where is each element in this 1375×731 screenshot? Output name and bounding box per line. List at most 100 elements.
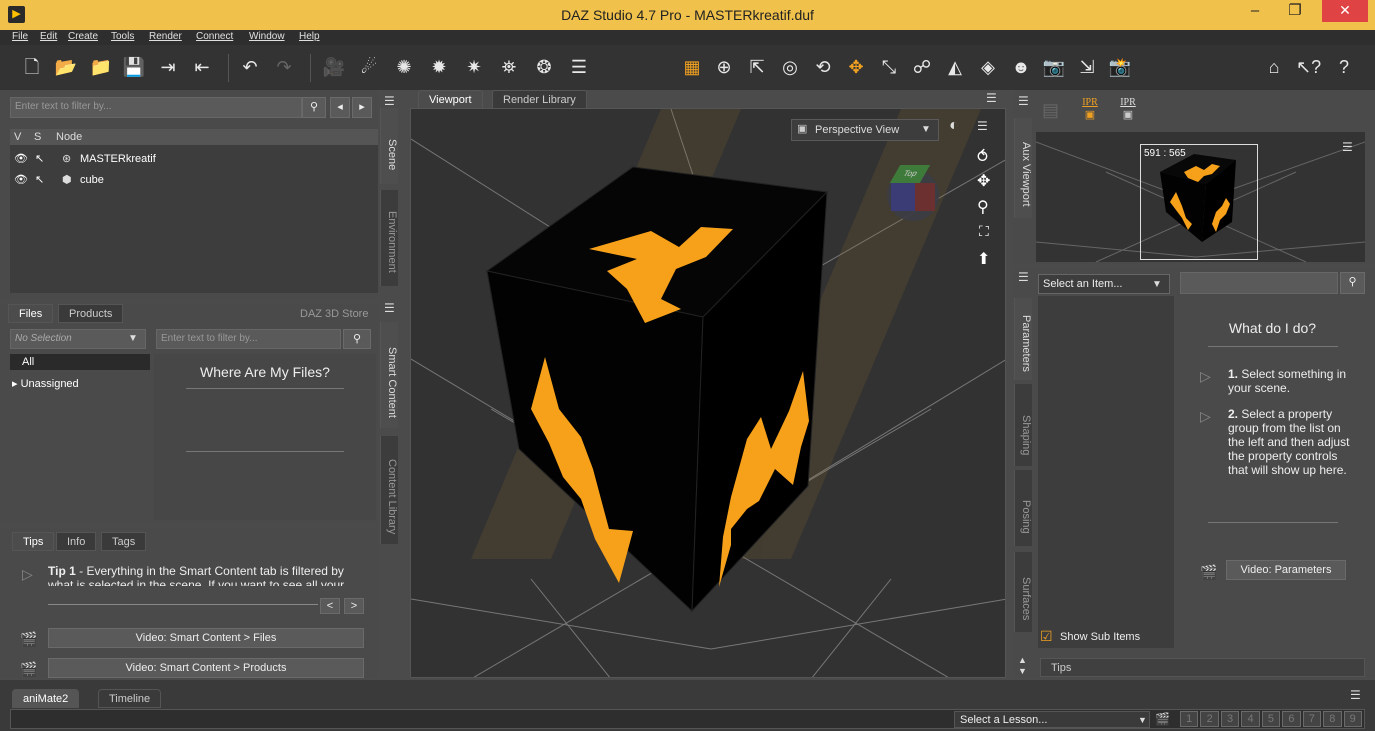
- render-frame-icon[interactable]: ▤: [1042, 100, 1059, 121]
- tab-parameters[interactable]: Parameters: [1014, 298, 1032, 380]
- reset-view-icon[interactable]: ⬆: [977, 249, 990, 269]
- whats-this-icon[interactable]: ↖?: [1296, 55, 1321, 79]
- pan-icon[interactable]: ✥: [977, 171, 990, 191]
- scroll-up-icon[interactable]: ▲: [1018, 655, 1027, 665]
- region-navigator-icon[interactable]: ⇲: [1075, 55, 1099, 79]
- rotate-icon[interactable]: ⟲: [811, 55, 835, 79]
- tab-render-library[interactable]: Render Library: [492, 90, 587, 109]
- tab-tips[interactable]: Tips: [12, 532, 55, 551]
- dock-menu-icon[interactable]: ☰: [1350, 688, 1361, 702]
- video-smart-content-files-button[interactable]: Video: Smart Content > Files: [48, 628, 364, 648]
- pane-menu-icon[interactable]: ☰: [1018, 94, 1029, 108]
- frame-icon[interactable]: ⛶: [979, 223, 989, 240]
- checkbox-icon[interactable]: ☑: [1040, 628, 1053, 645]
- search-icon[interactable]: ⚲: [1340, 272, 1365, 294]
- merge-icon[interactable]: 📁: [89, 55, 113, 79]
- create-distant-light-icon[interactable]: ☄: [357, 55, 381, 79]
- ipr-button-2[interactable]: IPR ▣: [1110, 96, 1146, 124]
- video-smart-content-products-button[interactable]: Video: Smart Content > Products: [48, 658, 364, 678]
- tab-tags[interactable]: Tags: [101, 532, 147, 551]
- aux-menu-icon[interactable]: ☰: [1342, 140, 1353, 154]
- lesson-page-3[interactable]: 3: [1220, 711, 1240, 727]
- viewport-canvas[interactable]: ▣ Perspective View ▼ ◐ ☰ Top ⥀ ✥ ⚲ ⛶ ⬆: [410, 108, 1006, 678]
- tip-scrollbar[interactable]: [48, 604, 318, 605]
- tip-prev-button[interactable]: <: [320, 598, 340, 614]
- menu-file[interactable]: File: [12, 31, 28, 42]
- new-icon[interactable]: 🗋: [20, 55, 44, 79]
- tab-products[interactable]: Products: [58, 304, 124, 323]
- property-groups-list[interactable]: [1038, 296, 1174, 648]
- lesson-page-2[interactable]: 2: [1200, 711, 1219, 727]
- pane-menu-icon[interactable]: ☰: [384, 301, 395, 315]
- tab-files[interactable]: Files: [8, 304, 54, 323]
- pane-menu-icon[interactable]: ☰: [986, 91, 997, 105]
- lesson-page-9[interactable]: 9: [1343, 711, 1362, 727]
- lesson-page-1[interactable]: 1: [1180, 711, 1199, 727]
- camera-tool-icon[interactable]: 📷: [1042, 55, 1066, 79]
- universal-tool-icon[interactable]: ⊕: [712, 55, 736, 79]
- joint-editor-icon[interactable]: ☍: [910, 55, 934, 79]
- undo-icon[interactable]: ↶: [238, 55, 262, 79]
- eye-icon[interactable]: 👁: [14, 173, 28, 186]
- daz-store-link[interactable]: DAZ 3D Store: [300, 308, 368, 320]
- tab-viewport[interactable]: Viewport: [418, 90, 483, 109]
- view-cube-right-face[interactable]: [915, 183, 935, 211]
- home-icon[interactable]: ⌂: [1262, 55, 1286, 79]
- lesson-page-5[interactable]: 5: [1261, 711, 1281, 727]
- tab-shaping[interactable]: Shaping: [1014, 384, 1032, 466]
- tab-aux-viewport[interactable]: Aux Viewport: [1014, 118, 1032, 218]
- pane-menu-icon[interactable]: ☰: [1018, 270, 1029, 284]
- search-icon[interactable]: ⚲: [302, 97, 326, 118]
- node-selection-icon[interactable]: ⇱: [745, 55, 769, 79]
- import-icon[interactable]: ⇥: [156, 55, 180, 79]
- tab-environment[interactable]: Environment: [380, 190, 398, 286]
- create-point-light-icon[interactable]: ✺: [392, 55, 416, 79]
- orbit-icon[interactable]: ⥀: [977, 147, 988, 167]
- scale-icon[interactable]: ⤡: [877, 55, 901, 79]
- lesson-page-7[interactable]: 7: [1302, 711, 1322, 727]
- minimize-button[interactable]: –: [1240, 0, 1270, 22]
- zoom-icon[interactable]: ⚲: [977, 197, 989, 217]
- create-spot-light-icon[interactable]: ✹: [427, 55, 451, 79]
- column-selectable[interactable]: S: [34, 131, 41, 143]
- prev-arrow-icon[interactable]: ◂: [330, 97, 350, 118]
- draw-style-icon[interactable]: ◐: [949, 117, 959, 135]
- open-icon[interactable]: 📂: [54, 55, 78, 79]
- search-icon[interactable]: ⚲: [343, 329, 371, 349]
- create-camera-icon[interactable]: 🎥: [322, 55, 346, 79]
- menu-render[interactable]: Render: [149, 31, 182, 42]
- create-linear-light-icon[interactable]: ✷: [462, 55, 486, 79]
- column-node[interactable]: Node: [56, 131, 82, 143]
- create-ambient-light-icon[interactable]: ❂: [532, 55, 556, 79]
- category-all[interactable]: All: [22, 356, 34, 368]
- aux-viewport-canvas[interactable]: 591 : 565 ☰: [1036, 132, 1365, 262]
- next-arrow-icon[interactable]: ▸: [352, 97, 372, 118]
- menu-help[interactable]: Help: [299, 31, 320, 42]
- align-icon[interactable]: ☰: [567, 55, 591, 79]
- tab-info[interactable]: Info: [56, 532, 97, 551]
- polygon-editor-icon[interactable]: ◭: [943, 55, 967, 79]
- menu-create[interactable]: Create: [68, 31, 98, 42]
- category-unassigned[interactable]: ▸ Unassigned: [12, 377, 79, 390]
- tab-content-library[interactable]: Content Library: [380, 436, 398, 544]
- lesson-page-8[interactable]: 8: [1323, 711, 1342, 727]
- tab-animate2[interactable]: aniMate2: [12, 689, 80, 708]
- create-area-light-icon[interactable]: ⛯: [497, 55, 521, 79]
- menu-tools[interactable]: Tools: [111, 31, 134, 42]
- menu-window[interactable]: Window: [249, 31, 285, 42]
- tab-params-tips[interactable]: Tips: [1040, 658, 1365, 677]
- render-icon[interactable]: 📸: [1108, 55, 1132, 79]
- clapper-icon[interactable]: 🎬: [1155, 712, 1170, 726]
- column-visible[interactable]: V: [14, 131, 21, 143]
- tab-smart-content[interactable]: Smart Content: [380, 322, 398, 428]
- viewport-menu-icon[interactable]: ☰: [977, 119, 988, 133]
- export-icon[interactable]: ⇤: [190, 55, 214, 79]
- eye-icon[interactable]: 👁: [14, 152, 28, 165]
- tab-scene[interactable]: Scene: [380, 108, 398, 184]
- geometry-editor-icon[interactable]: ◈: [976, 55, 1000, 79]
- arrow-select-icon[interactable]: ↖: [35, 173, 44, 186]
- menu-edit[interactable]: Edit: [40, 31, 57, 42]
- restore-button[interactable]: ❐: [1280, 0, 1310, 22]
- tip-next-button[interactable]: >: [344, 598, 364, 614]
- scene-filter-input[interactable]: Enter text to filter by...: [10, 97, 302, 118]
